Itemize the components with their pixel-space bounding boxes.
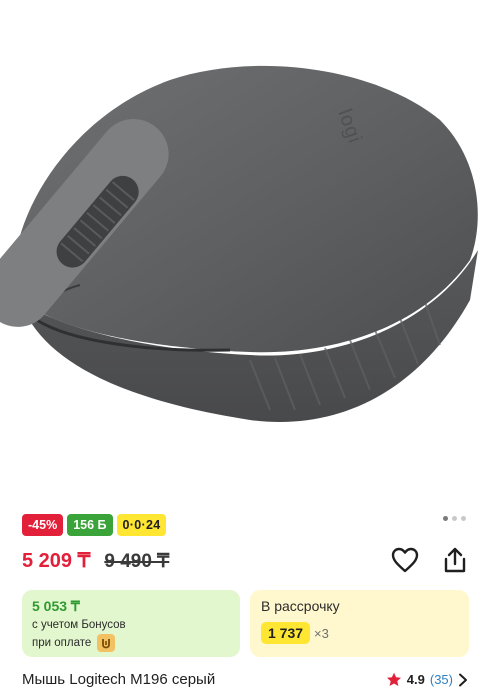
installment-amount: 1 737 — [261, 622, 311, 644]
share-icon[interactable] — [440, 545, 470, 575]
price-block: 5 209 ₸ 9 490 ₸ — [22, 548, 169, 573]
bonus-caption: с учетом Бонусов — [32, 619, 126, 631]
bonus-price: 5 053 ₸ — [32, 598, 80, 614]
product-actions — [390, 545, 470, 575]
bonus-price-card[interactable]: 5 053 ₸ с учетом Бонусов при оплате — [22, 590, 240, 657]
gallery-dot-active — [443, 516, 448, 521]
product-title-row[interactable]: Мышь Logitech M196 серый 4.9 (35) — [22, 671, 468, 688]
rating-value: 4.9 — [406, 672, 425, 687]
installment-row: 1 737 ×3 — [261, 622, 458, 644]
discount-badge: -45% — [22, 514, 64, 536]
current-price: 5 209 ₸ — [22, 550, 91, 572]
star-icon — [386, 672, 401, 686]
bonus-payment-label: при оплате — [32, 637, 92, 649]
gallery-dot — [461, 516, 466, 521]
old-price: 9 490 ₸ — [104, 551, 170, 572]
installment-card[interactable]: В рассрочку 1 737 ×3 — [250, 590, 469, 657]
rating[interactable]: 4.9 (35) — [386, 672, 468, 687]
chevron-right-icon[interactable] — [458, 673, 468, 687]
bonus-payment-caption: при оплате — [32, 634, 230, 652]
payment-method-icon — [97, 634, 116, 652]
bonus-badge: 156 Б — [67, 514, 113, 536]
gallery-dot — [452, 516, 457, 521]
installment-label: В рассрочку — [261, 598, 340, 614]
installment-times: ×3 — [314, 625, 329, 641]
product-badges: -45% 156 Б 0·0·24 — [22, 514, 167, 536]
review-count[interactable]: (35) — [430, 672, 453, 687]
product-title: Мышь Logitech M196 серый — [22, 671, 216, 688]
installment-badge: 0·0·24 — [116, 514, 167, 536]
product-image[interactable]: logi — [0, 0, 490, 505]
heart-icon[interactable] — [390, 545, 420, 575]
gallery-pager — [443, 516, 466, 521]
